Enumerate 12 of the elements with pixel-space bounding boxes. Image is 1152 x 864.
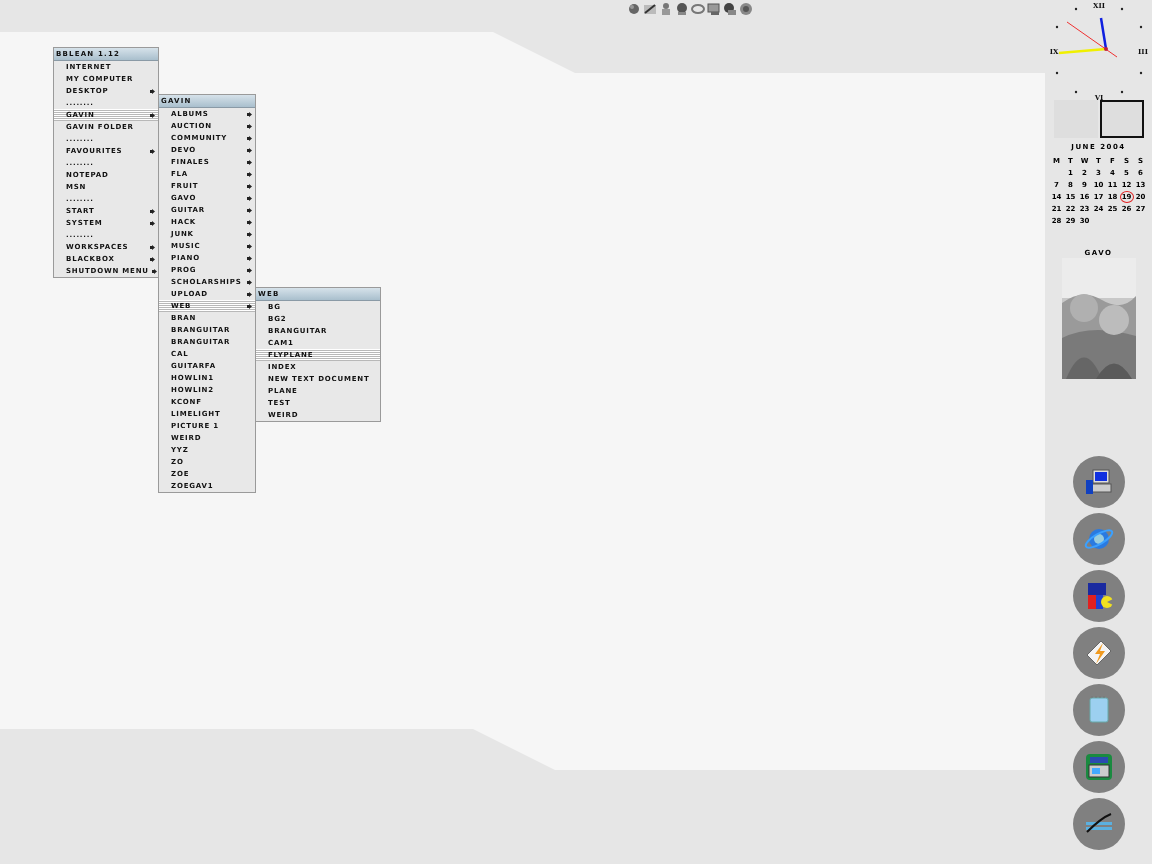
dock-button[interactable] [1072, 798, 1125, 850]
dock-button[interactable] [1072, 741, 1125, 793]
tray-app-icon[interactable] [627, 2, 641, 16]
dock-button[interactable] [1072, 456, 1125, 508]
clock-hands-drawing [1058, 17, 1117, 58]
workspace-box[interactable] [1099, 100, 1144, 138]
tray-app-icon[interactable] [643, 2, 657, 16]
tray-app-icon[interactable] [707, 2, 721, 16]
tray-app-icon[interactable] [675, 2, 689, 16]
tray-app-icon[interactable] [739, 2, 753, 16]
dock-button[interactable] [1072, 570, 1125, 622]
tray-app-icon[interactable] [723, 2, 737, 16]
